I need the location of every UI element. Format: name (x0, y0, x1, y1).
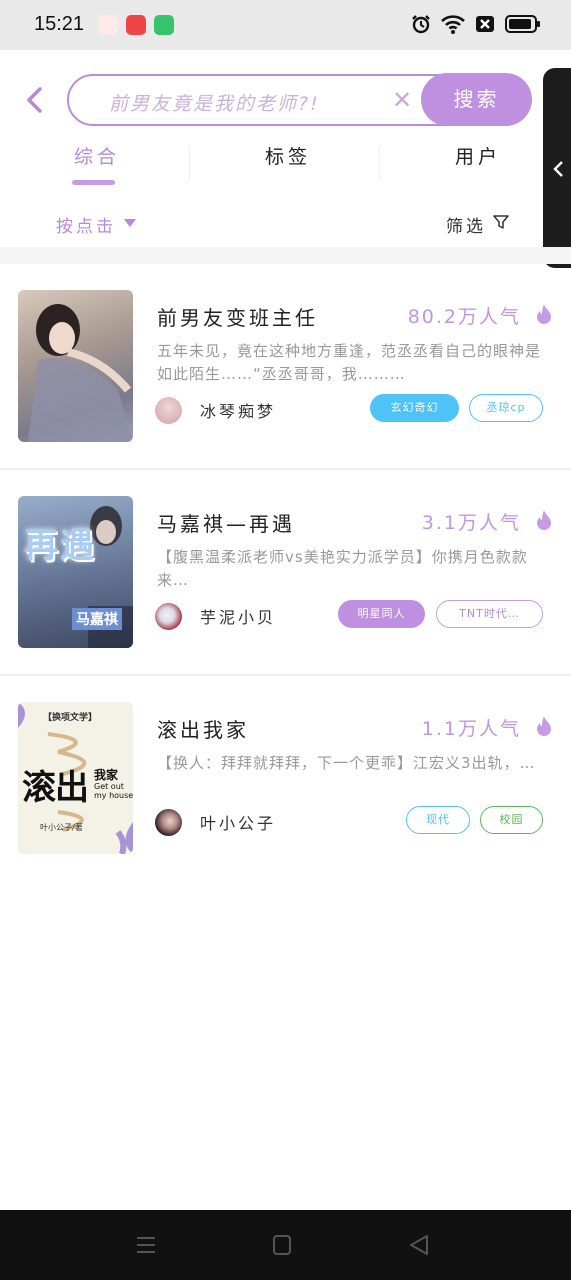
tag-chip[interactable]: 丞琼cp (469, 394, 543, 422)
battery-icon (505, 15, 540, 33)
cover-title: 再遇 (24, 526, 96, 566)
home-icon[interactable] (272, 1234, 292, 1256)
author-name[interactable]: 冰琴痴梦 (200, 398, 276, 422)
video-app-icon (126, 15, 146, 35)
book-cover[interactable]: 再遇 马嘉祺 (18, 496, 133, 648)
book-cover[interactable]: 【换项文学】 滚出 我家 Get out my house 叶小公子/著 (18, 702, 133, 854)
book-cover[interactable] (18, 290, 133, 442)
author-name[interactable]: 叶小公子 (200, 810, 276, 834)
status-bar: 15:21 (0, 0, 571, 50)
menu-icon[interactable] (135, 1234, 157, 1256)
alarm-icon (412, 15, 430, 34)
wifi-icon (441, 15, 465, 34)
divider (189, 146, 190, 180)
filter-icon[interactable] (493, 214, 509, 230)
list-item[interactable]: 再遇 马嘉祺 马嘉祺—再遇 3.1万人气 【腹黑温柔派老师vs美艳实力派学员】你… (0, 470, 571, 676)
game-app-icon (98, 15, 118, 35)
cover-english: Get out my house (94, 782, 133, 800)
tag-chip[interactable]: 玄幻奇幻 (370, 394, 459, 422)
back-icon[interactable] (24, 86, 46, 114)
caret-down-icon[interactable] (124, 219, 136, 227)
tab-general[interactable]: 综合 (74, 142, 120, 169)
flame-icon (537, 716, 551, 736)
flame-icon (537, 304, 551, 324)
tab-bar: 综合 标签 用户 (0, 134, 571, 190)
cover-illustration (28, 304, 133, 442)
popularity-count: 1.1万人气 (421, 718, 521, 740)
tag-chip[interactable]: 明星同人 (338, 600, 425, 628)
cover-name: 马嘉祺 (72, 608, 122, 630)
book-title[interactable]: 滚出我家 (157, 714, 249, 743)
list-item[interactable]: 前男友变班主任 80.2万人气 五年未见，竟在这种地方重逢，范丞丞看自己的眼神是… (0, 264, 571, 470)
clock: 15:21 (34, 13, 85, 35)
author-name[interactable]: 芋泥小贝 (200, 604, 276, 628)
back-nav-icon[interactable] (408, 1234, 430, 1256)
list-item[interactable]: 【换项文学】 滚出 我家 Get out my house 叶小公子/著 滚出我… (0, 676, 571, 882)
signal-off-icon (476, 16, 494, 32)
tag-chip[interactable]: 现代 (406, 806, 470, 834)
cover-title: 滚出 (22, 768, 89, 808)
tab-indicator (72, 180, 115, 185)
filter-button[interactable]: 筛选 (446, 212, 486, 237)
popularity-count: 80.2万人气 (407, 306, 521, 328)
avatar[interactable] (155, 603, 182, 630)
search-button[interactable]: 搜索 (421, 73, 532, 126)
book-description: 【换人：拜拜就拜拜，下一个更乖】江宏义3出轨，… (157, 754, 536, 772)
divider (379, 146, 380, 180)
flame-icon (537, 510, 551, 530)
tag-chip[interactable]: TNT时代… (436, 600, 543, 628)
popularity-count: 3.1万人气 (421, 512, 521, 534)
book-description: 五年未见，竟在这种地方重逢，范丞丞看自己的眼神是如此陌生……“丞丞哥哥，我……… (157, 342, 542, 383)
cover-subtitle: 我家 (94, 768, 119, 782)
tab-tags[interactable]: 标签 (265, 142, 311, 169)
tag-chip[interactable]: 校园 (480, 806, 543, 834)
chat-app-icon (154, 15, 174, 35)
cover-brand: 【换项文学】 (43, 713, 98, 723)
divider (0, 247, 571, 264)
system-nav-bar (0, 1210, 571, 1280)
avatar[interactable] (155, 397, 182, 424)
search-placeholder: 前男友竟是我的老师?! (109, 93, 320, 115)
close-icon[interactable]: ✕ (392, 86, 412, 114)
avatar[interactable] (155, 809, 182, 836)
sort-dropdown[interactable]: 按点击 (56, 212, 116, 237)
book-description: 【腹黑温柔派老师vs美艳实力派学员】你携月色款款来… (157, 548, 528, 589)
book-title[interactable]: 前男友变班主任 (157, 302, 318, 331)
tab-users[interactable]: 用户 (455, 142, 501, 169)
cover-author: 叶小公子/著 (40, 823, 83, 832)
book-title[interactable]: 马嘉祺—再遇 (157, 508, 295, 537)
